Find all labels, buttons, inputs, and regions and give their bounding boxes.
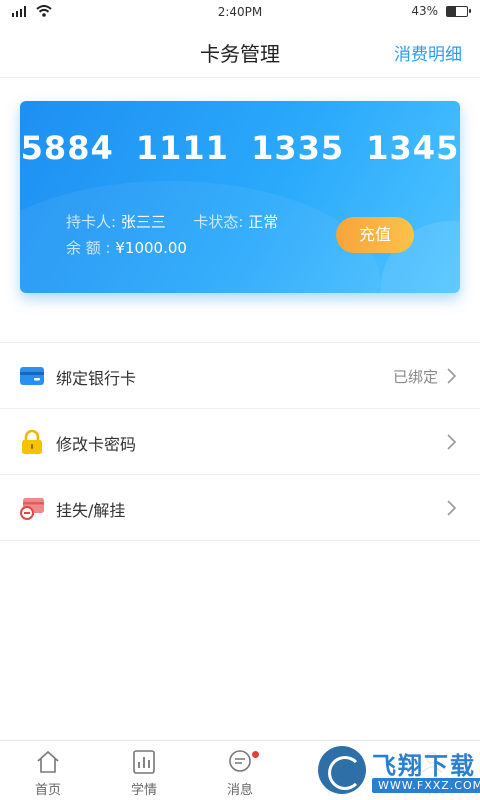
lock-icon: [22, 430, 42, 454]
battery-icon: [446, 5, 471, 17]
chevron-right-icon: [447, 500, 457, 516]
tab-study[interactable]: 学情: [96, 741, 192, 800]
status-bar: 2:40PM 43%: [0, 0, 480, 24]
card-status-value: 正常: [248, 213, 279, 231]
card-info-row-1: 持卡人: 张三三 卡状态: 正常: [66, 209, 278, 235]
chevron-right-icon: [447, 434, 457, 450]
bind-status: 已绑定: [392, 368, 438, 386]
tab-label: 首页: [34, 783, 61, 798]
menu-item-change-password[interactable]: 修改卡密码: [0, 409, 480, 475]
watermark-url: WWW.FXXZ.COM: [372, 778, 480, 793]
chevron-right-icon: [447, 368, 457, 384]
balance-label: 余 额 :: [66, 239, 111, 257]
card-info: 持卡人: 张三三 卡状态: 正常 余 额 : ¥1000.00: [66, 209, 278, 261]
card-number: 5884 1111 1335 1345: [20, 129, 460, 167]
tab-label: 学情: [130, 783, 157, 798]
message-badge: [252, 751, 259, 758]
bank-card-icon: [20, 367, 44, 385]
holder-label: 持卡人:: [66, 213, 117, 231]
card-report-icon: [20, 498, 44, 520]
battery-percent: 43%: [411, 4, 438, 18]
menu-label: 挂失/解挂: [56, 501, 126, 520]
holder-name: 张三三: [120, 213, 166, 231]
home-icon: [37, 750, 59, 773]
watermark-text: 飞翔下载: [372, 752, 476, 780]
menu-label: 修改卡密码: [56, 435, 137, 454]
recharge-button[interactable]: 充值: [336, 217, 414, 253]
campus-card: 5884 1111 1335 1345 持卡人: 张三三 卡状态: 正常 余 额…: [20, 101, 460, 293]
menu-item-bind-bank-card[interactable]: 绑定银行卡 已绑定: [0, 343, 480, 409]
chart-icon: [133, 750, 155, 774]
menu-item-report-loss[interactable]: 挂失/解挂: [0, 475, 480, 541]
tab-messages[interactable]: 消息: [192, 741, 288, 800]
status-time: 2:40PM: [217, 5, 263, 19]
card-info-row-2: 余 额 : ¥1000.00: [66, 235, 278, 261]
battery-fill: [447, 6, 456, 16]
status-label: 卡状态:: [193, 213, 244, 231]
card-menu: 绑定银行卡 已绑定 修改卡密码 挂失/解挂: [0, 342, 480, 541]
watermark: 飞翔下载 WWW.FXXZ.COM: [312, 742, 480, 800]
menu-label: 绑定银行卡: [56, 369, 137, 388]
message-icon: [229, 750, 251, 772]
consumption-detail-link[interactable]: 消费明细: [394, 40, 462, 65]
balance-value: ¥1000.00: [115, 239, 187, 257]
status-right: 43%: [411, 4, 471, 18]
tab-label: 消息: [226, 783, 253, 798]
nav-bar: 卡务管理 消费明细: [0, 24, 480, 78]
watermark-logo-icon: [318, 746, 366, 794]
screen: 2:40PM 43% 卡务管理 消费明细 5884 1111 1335 1345…: [0, 0, 480, 800]
tab-home[interactable]: 首页: [0, 741, 96, 800]
